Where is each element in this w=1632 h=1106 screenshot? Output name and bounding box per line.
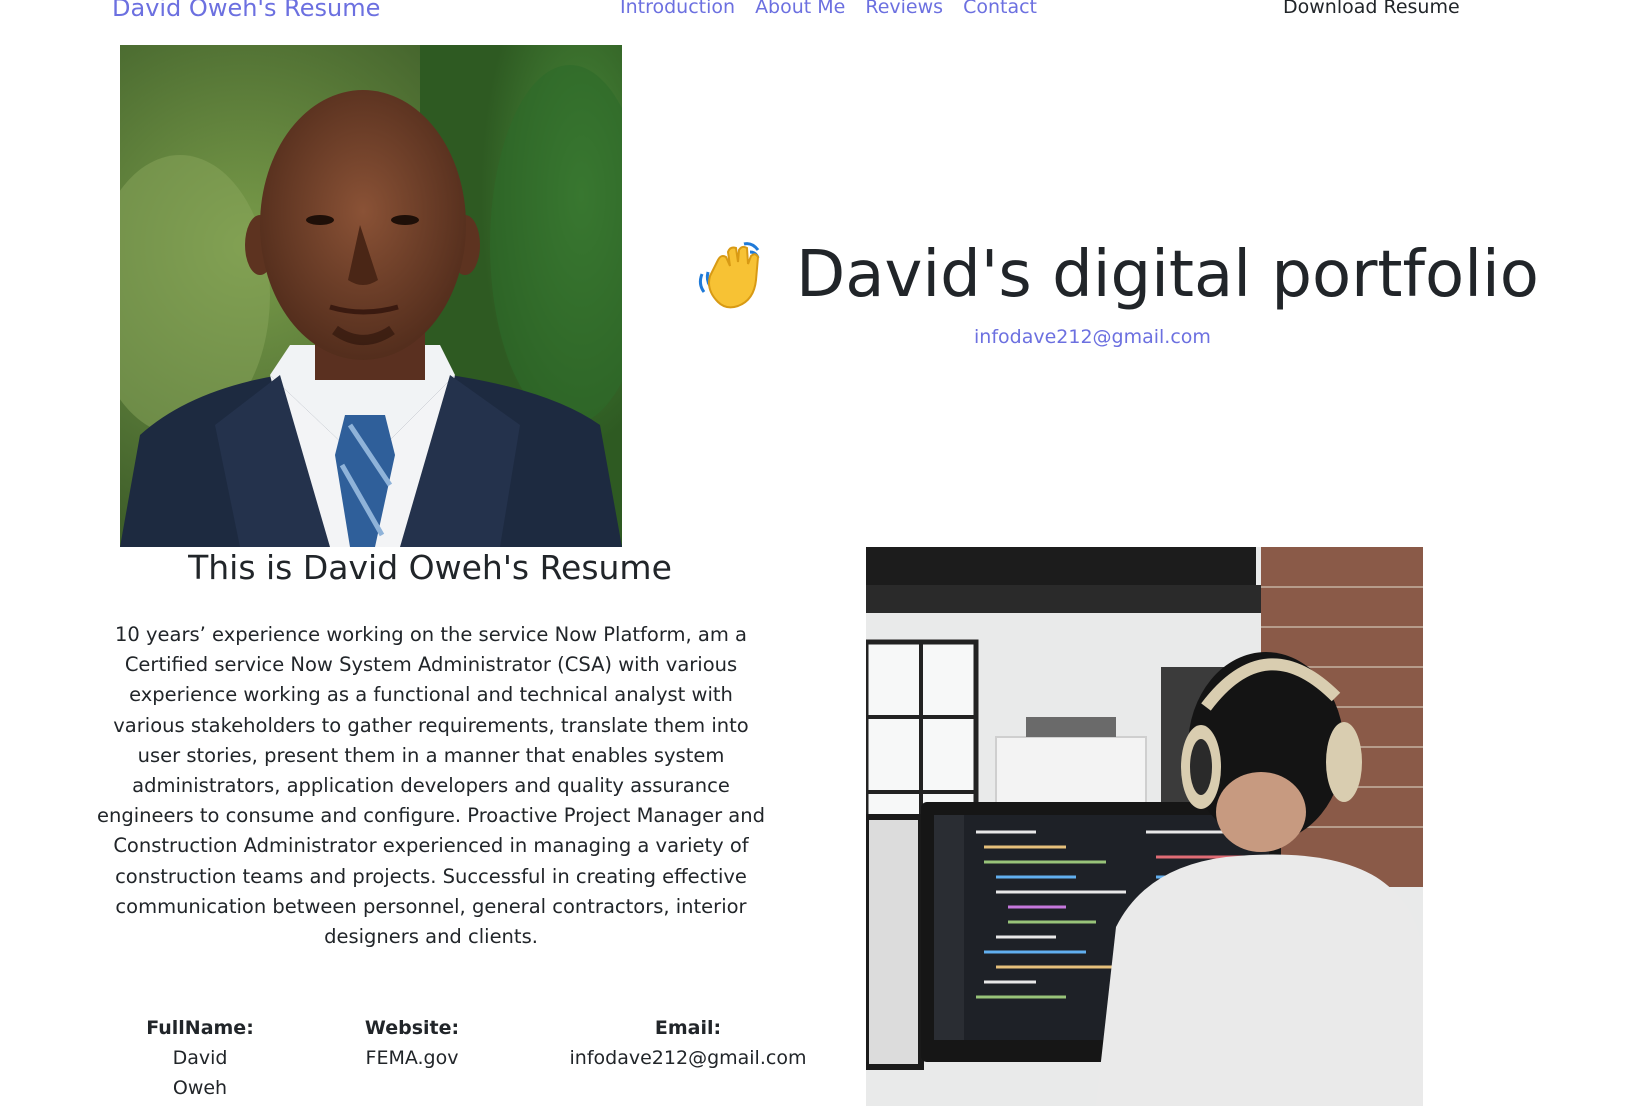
- fullname-value-last: Oweh: [172, 1077, 228, 1099]
- download-resume-button[interactable]: Download Resume: [1283, 0, 1460, 18]
- resume-title: This is David Oweh's Resume: [188, 548, 672, 587]
- hero-title-row: David's digital portfolio: [696, 240, 1539, 310]
- hero-title: David's digital portfolio: [796, 238, 1539, 312]
- portrait-photo: [120, 45, 622, 547]
- fullname-label: FullName:: [146, 1017, 254, 1039]
- nav-links: Introduction About Me Reviews Contact: [620, 0, 1037, 18]
- nav-link-introduction[interactable]: Introduction: [620, 0, 735, 18]
- nav-link-contact[interactable]: Contact: [963, 0, 1037, 18]
- nav-link-reviews[interactable]: Reviews: [865, 0, 943, 18]
- info-fullname: FullName: David Oweh: [140, 1013, 260, 1103]
- fullname-value-first: David: [172, 1047, 228, 1069]
- brand-link[interactable]: David Oweh's Resume: [112, 0, 380, 22]
- developer-workspace-photo: [866, 547, 1423, 1106]
- hero-email-link[interactable]: infodave212@gmail.com: [974, 326, 1211, 348]
- website-label: Website:: [364, 1017, 460, 1039]
- email-value: infodave212@gmail.com: [569, 1047, 807, 1069]
- resume-summary: 10 years’ experience working on the serv…: [97, 623, 765, 949]
- top-navbar: David Oweh's Resume Introduction About M…: [0, 0, 1632, 30]
- info-email: Email: infodave212@gmail.com: [568, 1013, 808, 1073]
- info-website: Website: FEMA.gov: [350, 1013, 474, 1073]
- nav-link-about-me[interactable]: About Me: [755, 0, 845, 18]
- waving-hand-icon: [698, 242, 760, 309]
- resume-page: David Oweh's Resume Introduction About M…: [0, 0, 1632, 1106]
- hero-section: David's digital portfolio infodave212@gm…: [696, 240, 1539, 348]
- website-value: FEMA.gov: [365, 1047, 459, 1069]
- email-label: Email:: [654, 1017, 722, 1039]
